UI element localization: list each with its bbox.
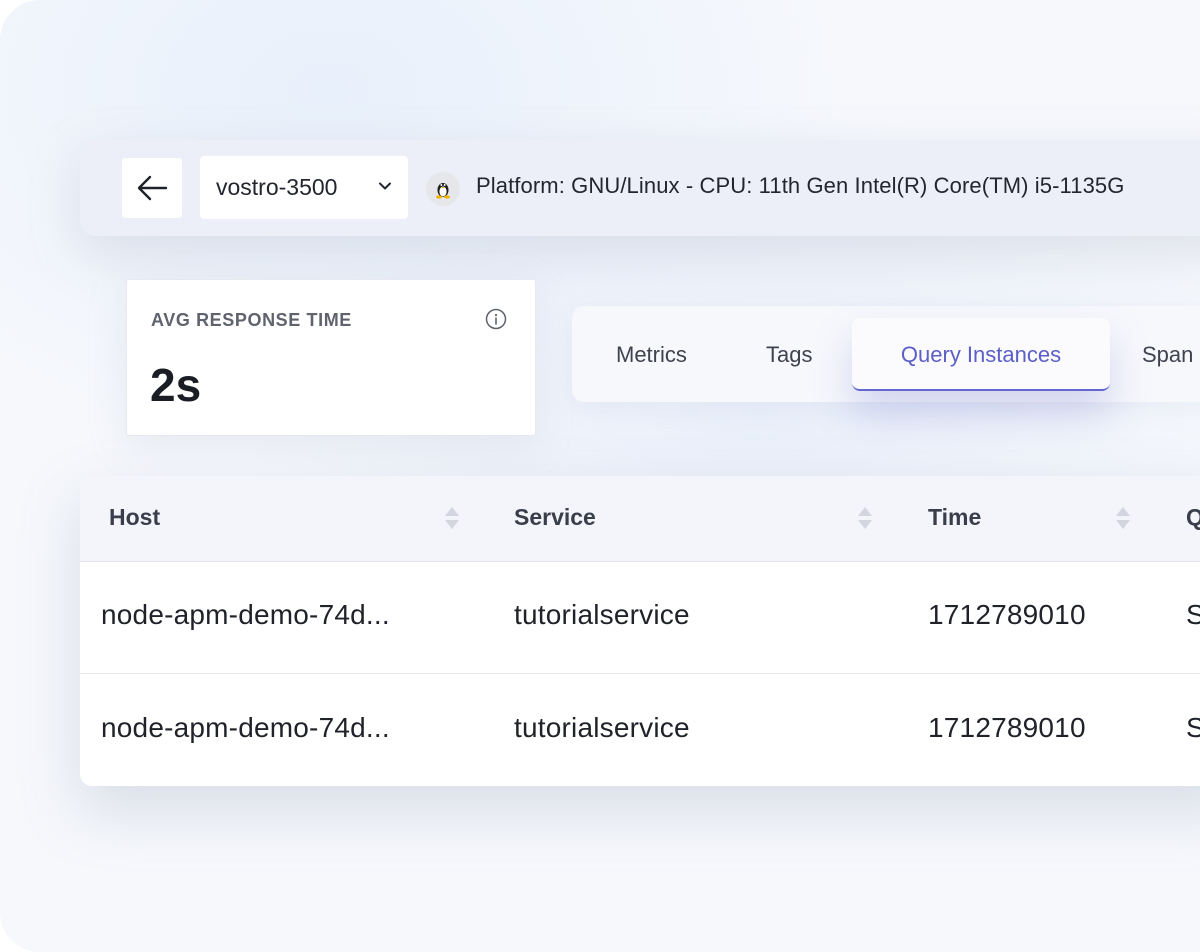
platform-info: Platform: GNU/Linux - CPU: 11th Gen Inte…	[476, 173, 1125, 198]
app-frame: vostro-3500 Platform: GNU/Linux - CPU: 1…	[0, 0, 1200, 952]
tab-span[interactable]: Span	[1142, 318, 1193, 391]
chevron-down-icon	[379, 182, 391, 190]
sort-icon[interactable]	[856, 505, 874, 531]
table-row[interactable]: node-apm-demo-74d... tutorialservice 171…	[80, 674, 1200, 786]
sort-icon[interactable]	[1114, 505, 1132, 531]
cell-q: S	[1186, 599, 1200, 630]
tab-bar: Metrics Tags Query Instances Span	[572, 306, 1200, 402]
column-header-time[interactable]: Time	[928, 504, 981, 531]
cell-service: tutorialservice	[514, 599, 690, 630]
avg-response-time-card: AVG RESPONSE TIME 2s	[126, 279, 536, 436]
tab-query-instances[interactable]: Query Instances	[852, 318, 1110, 391]
host-select-value: vostro-3500	[216, 174, 338, 200]
host-toolbar: vostro-3500 Platform: GNU/Linux - CPU: 1…	[80, 140, 1200, 236]
info-icon[interactable]	[485, 308, 507, 330]
cell-time: 1712789010	[928, 599, 1086, 630]
cell-q: S	[1186, 712, 1200, 743]
cell-host: node-apm-demo-74d...	[101, 712, 390, 743]
table-row[interactable]: node-apm-demo-74d... tutorialservice 171…	[80, 561, 1200, 674]
back-arrow-icon	[137, 175, 168, 201]
stat-value: 2s	[150, 359, 202, 411]
tab-tags[interactable]: Tags	[766, 318, 812, 391]
tab-metrics[interactable]: Metrics	[616, 318, 687, 391]
linux-penguin-icon	[426, 172, 460, 206]
query-instances-table: Host Service Time Q node-apm-demo-74d...…	[80, 476, 1200, 786]
host-select[interactable]: vostro-3500	[200, 156, 408, 219]
cell-host: node-apm-demo-74d...	[101, 599, 390, 630]
column-header-host[interactable]: Host	[109, 504, 160, 531]
sort-icon[interactable]	[443, 505, 461, 531]
table-header: Host Service Time Q	[80, 476, 1200, 562]
column-header-q[interactable]: Q	[1186, 504, 1200, 531]
stat-label: AVG RESPONSE TIME	[151, 310, 352, 330]
cell-time: 1712789010	[928, 712, 1086, 743]
column-header-service[interactable]: Service	[514, 504, 596, 531]
back-button[interactable]	[122, 158, 182, 218]
cell-service: tutorialservice	[514, 712, 690, 743]
